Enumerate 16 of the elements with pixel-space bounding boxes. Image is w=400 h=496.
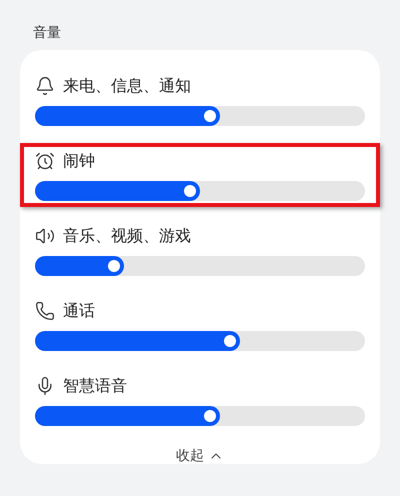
volume-slider[interactable] bbox=[35, 106, 365, 126]
volume-slider[interactable] bbox=[35, 406, 365, 426]
section-title: 音量 bbox=[32, 24, 62, 43]
volume-slider[interactable] bbox=[35, 331, 365, 351]
volume-slider[interactable] bbox=[35, 181, 365, 201]
channel-label: 通话 bbox=[63, 300, 95, 322]
collapse-button[interactable]: 收起 bbox=[168, 443, 232, 469]
channel-label: 智慧语音 bbox=[63, 376, 127, 396]
alarm-clock-icon bbox=[35, 151, 55, 171]
channel-label: 闹钟 bbox=[63, 150, 95, 172]
channel-label: 来电、信息、通知 bbox=[63, 76, 191, 96]
channel-label: 音乐、视频、游戏 bbox=[63, 226, 191, 246]
volume-slider[interactable] bbox=[35, 256, 365, 276]
speaker-icon bbox=[35, 226, 55, 246]
bell-icon bbox=[35, 76, 55, 96]
phone-icon bbox=[35, 301, 55, 321]
